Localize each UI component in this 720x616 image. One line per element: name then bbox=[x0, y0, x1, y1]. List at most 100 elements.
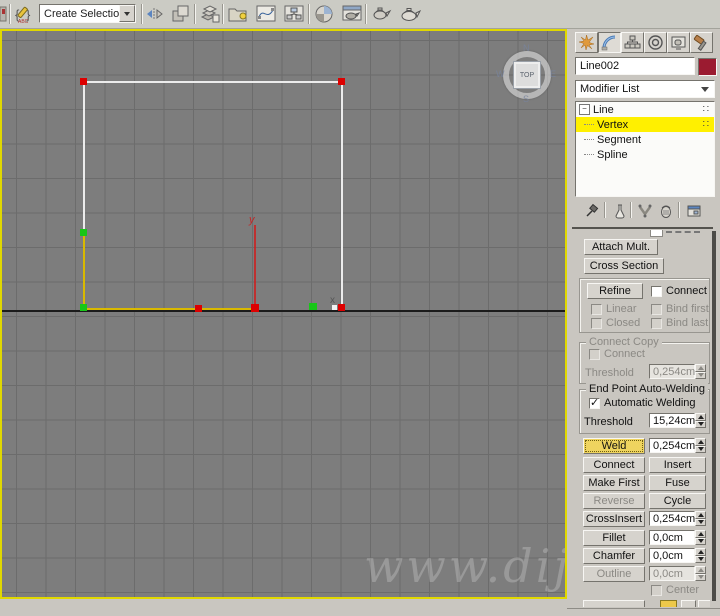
viewport-top[interactable]: y x TOP N E S W www.dijitalde bbox=[0, 29, 567, 599]
stack-item-line[interactable]: − Line ∷ bbox=[576, 102, 714, 117]
collapse-icon[interactable]: − bbox=[579, 104, 590, 115]
toolbar-separator bbox=[365, 4, 367, 24]
panel-divider bbox=[572, 227, 713, 229]
tab-hierarchy[interactable] bbox=[621, 32, 644, 53]
auto-welding-title: End Point Auto-Welding bbox=[586, 383, 708, 395]
weld-button[interactable]: Weld bbox=[583, 438, 645, 454]
named-selection-sets-icon[interactable]: {} ABC bbox=[13, 3, 35, 25]
subobject-dots-icon: ∷ bbox=[702, 119, 710, 130]
toolbar-separator bbox=[222, 4, 224, 24]
stack-item-vertex[interactable]: Vertex ∷ bbox=[576, 117, 714, 132]
spline-segments-selected[interactable] bbox=[83, 233, 255, 310]
autoweld-threshold-spinner[interactable]: 15,24cm bbox=[649, 413, 706, 428]
gizmo-x-label: x bbox=[330, 295, 335, 306]
panel-scrollbar[interactable] bbox=[712, 231, 716, 601]
align-icon[interactable] bbox=[170, 3, 192, 25]
show-end-result-icon[interactable] bbox=[610, 201, 630, 220]
toolbar-separator bbox=[194, 4, 196, 24]
outline-button: Outline bbox=[583, 566, 645, 582]
stack-item-spline[interactable]: Spline bbox=[576, 147, 714, 162]
connect-button[interactable]: Connect bbox=[583, 457, 645, 473]
pin-stack-icon[interactable] bbox=[582, 201, 602, 220]
connect-copy-threshold-spinner: 0,254cm bbox=[649, 364, 706, 379]
render-production-teapot-icon[interactable] bbox=[399, 3, 421, 25]
first-vertex-marker bbox=[332, 305, 337, 310]
cycle-button[interactable]: Cycle bbox=[649, 493, 706, 509]
tab-modify[interactable] bbox=[598, 32, 621, 53]
watermark-text: www.dijitalde bbox=[364, 539, 565, 593]
object-color-swatch[interactable] bbox=[698, 58, 717, 76]
toolbar-separator bbox=[308, 4, 310, 24]
stack-item-segment[interactable]: Segment bbox=[576, 132, 714, 147]
mirror-icon[interactable] bbox=[145, 3, 167, 25]
gizmo-y-label: y bbox=[248, 214, 256, 226]
make-unique-icon[interactable] bbox=[635, 201, 655, 220]
panel-bottom-edge bbox=[567, 608, 720, 609]
schematic-view-icon[interactable] bbox=[283, 3, 305, 25]
chamfer-button[interactable]: Chamfer bbox=[583, 548, 645, 564]
tab-display[interactable] bbox=[667, 32, 690, 53]
compass-south-label: S bbox=[523, 94, 530, 104]
chamfer-spinner[interactable]: 0,0cm bbox=[649, 548, 706, 563]
vertex-handle[interactable] bbox=[80, 78, 87, 85]
vertex-handle[interactable] bbox=[338, 78, 345, 85]
closed-checkbox: Closed bbox=[591, 317, 640, 329]
vertex-handle[interactable] bbox=[80, 304, 87, 311]
compass-east-label: E bbox=[550, 69, 557, 79]
fillet-button[interactable]: Fillet bbox=[583, 530, 645, 546]
curve-editor-icon[interactable] bbox=[255, 3, 277, 25]
clipped-toolbar-icon bbox=[0, 3, 8, 25]
selection-set-combo-value: Create Selection Se bbox=[40, 5, 119, 22]
vertex-handle[interactable] bbox=[80, 229, 87, 236]
cross-section-button[interactable]: Cross Section bbox=[584, 258, 664, 274]
vertex-handle[interactable] bbox=[338, 304, 345, 311]
material-editor-icon[interactable] bbox=[313, 3, 335, 25]
fillet-spinner[interactable]: 0,0cm bbox=[649, 530, 706, 545]
fuse-button[interactable]: Fuse bbox=[649, 475, 706, 491]
cross-insert-button[interactable]: CrossInsert bbox=[583, 511, 645, 527]
connect-checkbox[interactable]: Connect bbox=[651, 285, 707, 297]
layer-manager-icon[interactable] bbox=[199, 3, 221, 25]
vertex-handle[interactable] bbox=[195, 305, 202, 312]
chevron-down-icon bbox=[701, 87, 709, 92]
viewcube-top-face[interactable]: TOP bbox=[513, 61, 541, 89]
remove-modifier-icon[interactable] bbox=[656, 201, 676, 220]
connect-copy-checkbox: Connect bbox=[589, 348, 645, 360]
insert-button[interactable]: Insert bbox=[649, 457, 706, 473]
viewcube[interactable]: TOP N E S W bbox=[496, 43, 557, 104]
tab-utilities[interactable] bbox=[690, 32, 713, 53]
connect-copy-title: Connect Copy bbox=[586, 336, 662, 348]
tab-create[interactable] bbox=[575, 32, 598, 53]
clipped-boolean-row bbox=[583, 600, 710, 607]
make-first-button[interactable]: Make First bbox=[583, 475, 645, 491]
scene-explorer-icon[interactable] bbox=[227, 3, 249, 25]
vertex-handle[interactable] bbox=[309, 303, 317, 310]
selection-set-combo[interactable]: Create Selection Se bbox=[39, 4, 136, 23]
spline-segments-white[interactable] bbox=[83, 81, 343, 309]
weld-threshold-spinner[interactable]: 0,254cm bbox=[649, 438, 706, 453]
center-checkbox: Center bbox=[651, 584, 699, 596]
rendered-frame-window-icon[interactable] bbox=[370, 3, 392, 25]
modifier-stack-list[interactable]: − Line ∷ Vertex ∷ Segment Spline bbox=[575, 101, 715, 197]
linear-checkbox: Linear bbox=[591, 303, 637, 315]
render-setup-icon[interactable] bbox=[341, 3, 363, 25]
combo-dropdown-arrow[interactable] bbox=[119, 5, 135, 22]
spline-shape[interactable]: y x bbox=[2, 31, 565, 597]
tab-motion[interactable] bbox=[644, 32, 667, 53]
object-name-field[interactable]: Line002 bbox=[575, 57, 695, 75]
main-toolbar: {}ABC Create Selection Se bbox=[0, 0, 720, 29]
configure-modifier-sets-icon[interactable] bbox=[684, 201, 704, 220]
refine-button[interactable]: Refine bbox=[587, 283, 643, 299]
modifier-list-label: Modifier List bbox=[580, 83, 640, 95]
toolbar-separator bbox=[9, 4, 11, 24]
toolbar-separator bbox=[604, 202, 606, 218]
compass-north-label: N bbox=[523, 43, 530, 53]
automatic-welding-checkbox[interactable]: Automatic Welding bbox=[589, 396, 696, 409]
tree-leader bbox=[584, 124, 594, 125]
attach-mult-button[interactable]: Attach Mult. bbox=[584, 239, 658, 255]
viewcube-top-label: TOP bbox=[519, 71, 535, 79]
cross-insert-spinner[interactable]: 0,254cm bbox=[649, 511, 706, 526]
vertex-handle-selected[interactable] bbox=[251, 304, 259, 312]
toolbar-separator bbox=[630, 202, 632, 218]
modifier-list-dropdown[interactable]: Modifier List bbox=[575, 80, 715, 98]
